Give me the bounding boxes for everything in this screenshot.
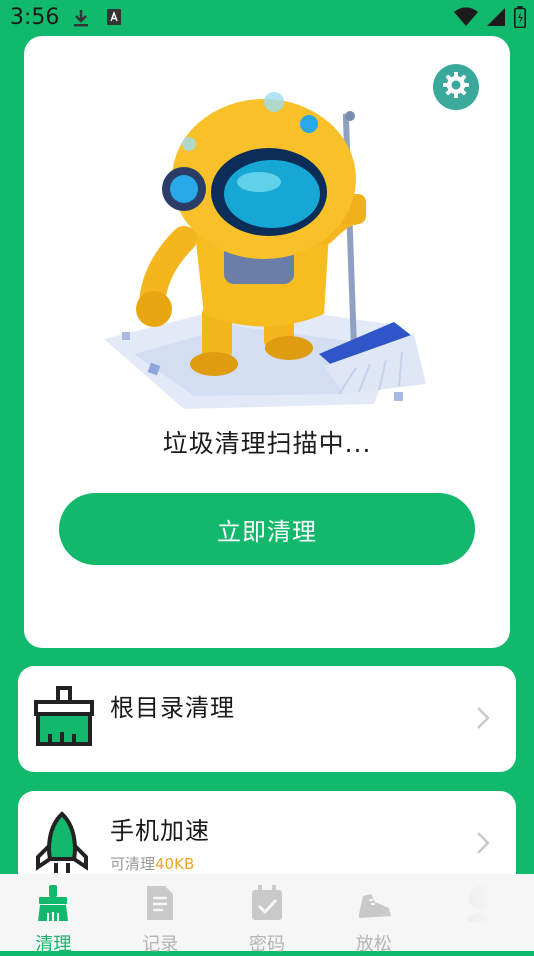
root-directory-clean-item[interactable]: 根目录清理	[18, 666, 516, 772]
hero-card: 垃圾清理扫描中... 立即清理	[24, 36, 510, 648]
feature-title: 手机加速	[110, 817, 210, 845]
gear-icon	[441, 70, 471, 104]
cleanable-amount: 40KB	[155, 855, 195, 873]
nav-label: 密码	[248, 934, 285, 955]
cleanable-size-text: 可清理40KB	[110, 853, 194, 874]
chevron-right-icon	[476, 831, 490, 859]
scan-status-text: 垃圾清理扫描中...	[162, 429, 372, 458]
sneaker-icon	[355, 884, 393, 926]
download-icon	[72, 8, 90, 32]
robot-cleaner-illustration	[74, 64, 454, 424]
battery-icon	[514, 6, 526, 32]
wifi-icon	[454, 7, 478, 31]
nav-tab-records[interactable]: 记录	[107, 874, 214, 955]
nav-label: 放松	[355, 934, 392, 955]
nav-tab-password[interactable]: 密码	[214, 874, 321, 955]
signal-icon	[486, 7, 506, 31]
nav-tab-profile[interactable]	[427, 874, 534, 951]
nav-label: 记录	[142, 934, 179, 955]
brush-icon	[32, 686, 96, 752]
rocket-icon	[32, 811, 92, 881]
document-icon	[145, 884, 175, 926]
feature-title: 根目录清理	[110, 694, 235, 722]
settings-button[interactable]	[433, 64, 479, 110]
broom-icon	[36, 884, 70, 926]
nav-label: 清理	[35, 934, 72, 955]
nav-tab-relax[interactable]: 放松	[320, 874, 427, 955]
status-bar: 3:56	[0, 0, 534, 36]
clean-now-button[interactable]: 立即清理	[59, 493, 475, 565]
status-time: 3:56	[10, 5, 60, 30]
profile-icon	[463, 884, 499, 926]
chevron-right-icon	[476, 706, 490, 734]
bottom-navigation: 清理 记录 密码 放松	[0, 874, 534, 955]
cleanable-label: 可清理	[110, 855, 156, 873]
nav-tab-clean[interactable]: 清理	[0, 874, 107, 955]
calendar-check-icon	[250, 884, 284, 926]
keyboard-a-icon	[106, 8, 122, 30]
